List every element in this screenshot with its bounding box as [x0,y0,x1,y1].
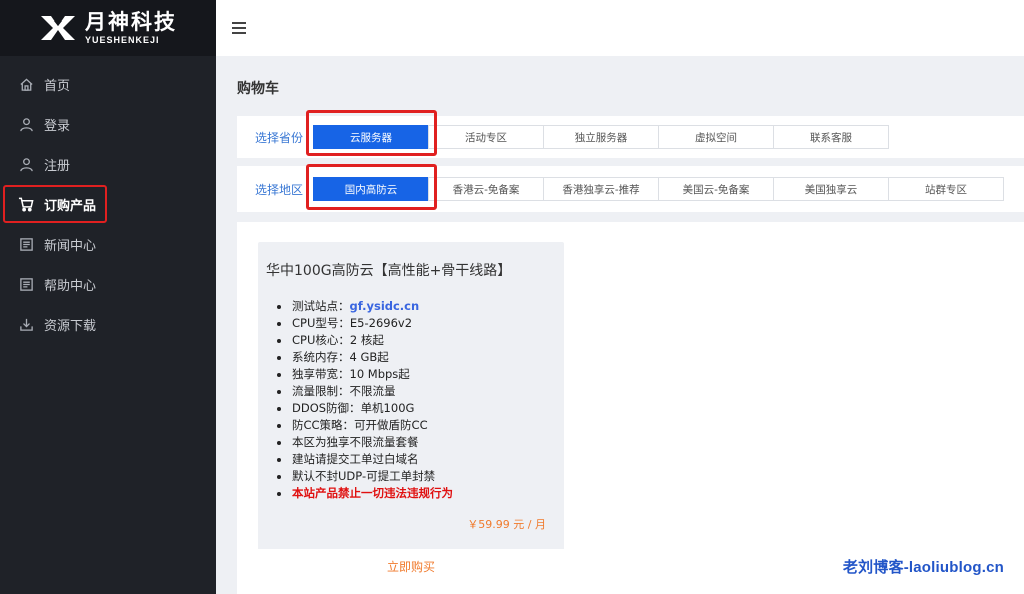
category-filter-label: 选择省份 [255,130,304,145]
download-icon [18,316,34,332]
region-option-hk-cloud[interactable]: 香港云-免备案 [428,177,544,201]
category-option-contact-support[interactable]: 联系客服 [773,125,889,149]
sidebar-item-label: 帮助中心 [44,278,97,294]
spec-item: 测试站点：gf.ysidc.cn [274,298,453,315]
category-option-dedicated-server[interactable]: 独立服务器 [543,125,659,149]
sidebar-item-label: 登录 [44,118,71,134]
sidebar-item-help[interactable]: 帮助中心 [0,264,216,304]
sidebar-item-home[interactable]: 首页 [0,64,216,104]
user-icon [18,116,34,132]
brand-name-cn: 月神科技 [85,10,177,34]
spec-item: 本区为独享不限流量套餐 [274,434,453,451]
test-site-link[interactable]: gf.ysidc.cn [350,299,420,313]
sidebar-item-login[interactable]: 登录 [0,104,216,144]
sidebar-nav: 首页 登录 注册 订购产品 新闻中心 帮助中心 资源下载 [0,64,216,344]
highlight-box [306,164,437,210]
spec-item: 建站请提交工单过白域名 [274,451,453,468]
sidebar-item-news[interactable]: 新闻中心 [0,224,216,264]
region-option-us-cloud[interactable]: 美国云-免备案 [658,177,774,201]
page-title: 购物车 [237,81,279,97]
sidebar-item-label: 新闻中心 [44,238,97,254]
help-icon [18,276,34,292]
region-option-hk-dedicated-cloud[interactable]: 香港独享云-推荐 [543,177,659,201]
sidebar: 月神科技 YUESHENKEJI 首页 登录 注册 订购产品 新闻中心 帮助中心… [0,0,216,594]
product-price: ￥59.99 元 / 月 [467,518,546,531]
sidebar-item-label: 资源下载 [44,318,97,334]
home-icon [18,76,34,92]
region-filter-label: 选择地区 [255,182,304,197]
spec-item: DDOS防御：单机100G [274,400,453,417]
menu-toggle-icon[interactable] [232,22,246,34]
region-option-site-cluster[interactable]: 站群专区 [888,177,1004,201]
spec-item: 流量限制：不限流量 [274,383,453,400]
product-specs: 测试站点：gf.ysidc.cn CPU型号：E5-2696v2 CPU核心：2… [274,298,453,502]
spec-item: CPU型号：E5-2696v2 [274,315,453,332]
buy-now-button[interactable]: 立即购买 [258,548,564,584]
logo-mark-icon [39,13,77,43]
highlight-box [3,185,107,223]
top-bar [216,0,1024,56]
spec-item: CPU核心：2 核起 [274,332,453,349]
spec-item: 独享带宽：10 Mbps起 [274,366,453,383]
category-option-promotions[interactable]: 活动专区 [428,125,544,149]
product-title: 华中100G高防云【高性能+骨干线路】 [266,263,512,279]
news-icon [18,236,34,252]
category-option-virtual-hosting[interactable]: 虚拟空间 [658,125,774,149]
region-option-us-dedicated-cloud[interactable]: 美国独享云 [773,177,889,201]
sidebar-item-register[interactable]: 注册 [0,144,216,184]
user-add-icon [18,156,34,172]
highlight-box [306,110,437,156]
sidebar-item-downloads[interactable]: 资源下载 [0,304,216,344]
spec-item: 防CC策略：可开做盾防CC [274,417,453,434]
spec-item-warning: 本站产品禁止一切违法违规行为 [274,485,453,502]
sidebar-item-order-products[interactable]: 订购产品 [0,184,216,224]
sidebar-item-label: 首页 [44,78,71,94]
brand-logo[interactable]: 月神科技 YUESHENKEJI [0,0,216,56]
spec-item: 系统内存：4 GB起 [274,349,453,366]
spec-item: 默认不封UDP-可提工单封禁 [274,468,453,485]
watermark: 老刘博客-laoliublog.cn [842,559,1004,576]
brand-name-en: YUESHENKEJI [85,35,160,45]
product-card: 华中100G高防云【高性能+骨干线路】 测试站点：gf.ysidc.cn CPU… [258,242,564,584]
sidebar-item-label: 注册 [44,158,71,174]
